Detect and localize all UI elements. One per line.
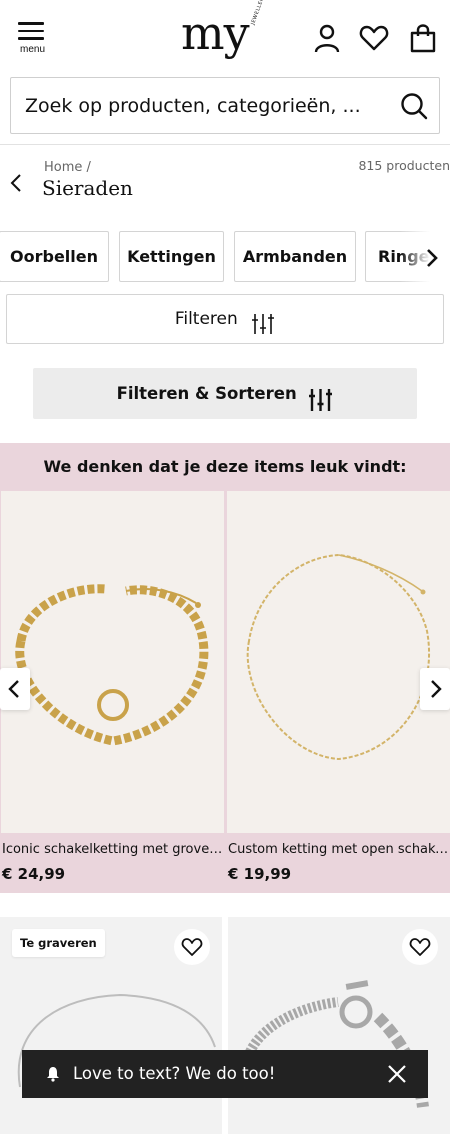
account-icon[interactable] — [312, 22, 342, 54]
category-chips: Oorbellen Kettingen Armbanden Ringen — [0, 231, 450, 283]
menu-button[interactable]: menu — [18, 22, 48, 58]
wishlist-heart-icon[interactable] — [359, 22, 389, 54]
hamburger-icon-bar — [18, 29, 44, 32]
close-icon[interactable] — [386, 1063, 408, 1085]
hamburger-icon — [18, 22, 44, 25]
recommendations-title: We denken dat je deze items leuk vindt: — [43, 457, 407, 476]
product-name[interactable]: Custom ketting met open schakels — [228, 842, 450, 857]
engrave-badge: Te graveren — [12, 929, 105, 957]
filter-button[interactable]: Filteren — [6, 294, 444, 344]
chat-toast[interactable]: Love to text? We do too! — [22, 1050, 428, 1098]
product-card[interactable]: Te graveren — [0, 917, 222, 1134]
filter-sort-label: Filteren & Sorteren — [116, 384, 297, 403]
carousel-prev-chevron-icon[interactable] — [0, 668, 30, 710]
product-name[interactable]: Iconic schakelketting met grove schakels — [2, 842, 224, 857]
category-chip[interactable]: Armbanden — [234, 231, 356, 282]
filter-sort-button[interactable]: Filteren & Sorteren — [33, 368, 417, 419]
logo-subtext: JEWELLERY — [250, 0, 267, 26]
site-header: menu my JEWELLERY — [0, 0, 450, 76]
recommendations-section: We denken dat je deze items leuk vindt: … — [0, 443, 450, 893]
search-input[interactable] — [25, 92, 365, 120]
toast-message: Love to text? We do too! — [73, 1064, 276, 1083]
product-image[interactable] — [1, 491, 224, 833]
filter-label: Filteren — [174, 309, 238, 329]
header-divider — [0, 144, 450, 145]
brand-logo[interactable]: my JEWELLERY — [181, 0, 267, 56]
carousel-next-chevron-icon[interactable] — [420, 668, 450, 710]
product-card[interactable] — [228, 917, 450, 1134]
fine-chain-necklace-image — [227, 491, 450, 833]
chevron-right-icon[interactable] — [424, 247, 440, 269]
product-count: 815 producten — [358, 158, 450, 173]
sliders-icon — [251, 306, 275, 334]
product-price: € 19,99 — [228, 865, 292, 883]
bell-icon — [46, 1066, 60, 1082]
recommendation-card[interactable]: Custom ketting met open schakels € 19,99 — [227, 491, 450, 891]
category-chip[interactable]: Kettingen — [119, 231, 224, 282]
hamburger-icon-bar — [18, 37, 44, 40]
category-chip[interactable]: Oorbellen — [0, 231, 109, 282]
page-title: Sieraden — [42, 176, 133, 200]
bag-icon[interactable] — [408, 22, 438, 54]
logo-text: my — [181, 6, 250, 60]
product-price: € 24,99 — [2, 865, 66, 883]
recommendation-card[interactable]: Iconic schakelketting met grove schakels… — [1, 491, 224, 891]
breadcrumb-home[interactable]: Home / — [44, 160, 91, 175]
wishlist-heart-icon[interactable] — [174, 929, 210, 965]
wishlist-heart-icon[interactable] — [402, 929, 438, 965]
product-image[interactable] — [227, 491, 450, 833]
back-chevron-icon[interactable] — [8, 172, 26, 194]
search-icon[interactable] — [399, 91, 429, 121]
sliders-icon — [308, 381, 333, 411]
menu-label: menu — [20, 44, 46, 55]
chunky-chain-necklace-image — [1, 491, 224, 833]
search-bar — [10, 77, 440, 134]
